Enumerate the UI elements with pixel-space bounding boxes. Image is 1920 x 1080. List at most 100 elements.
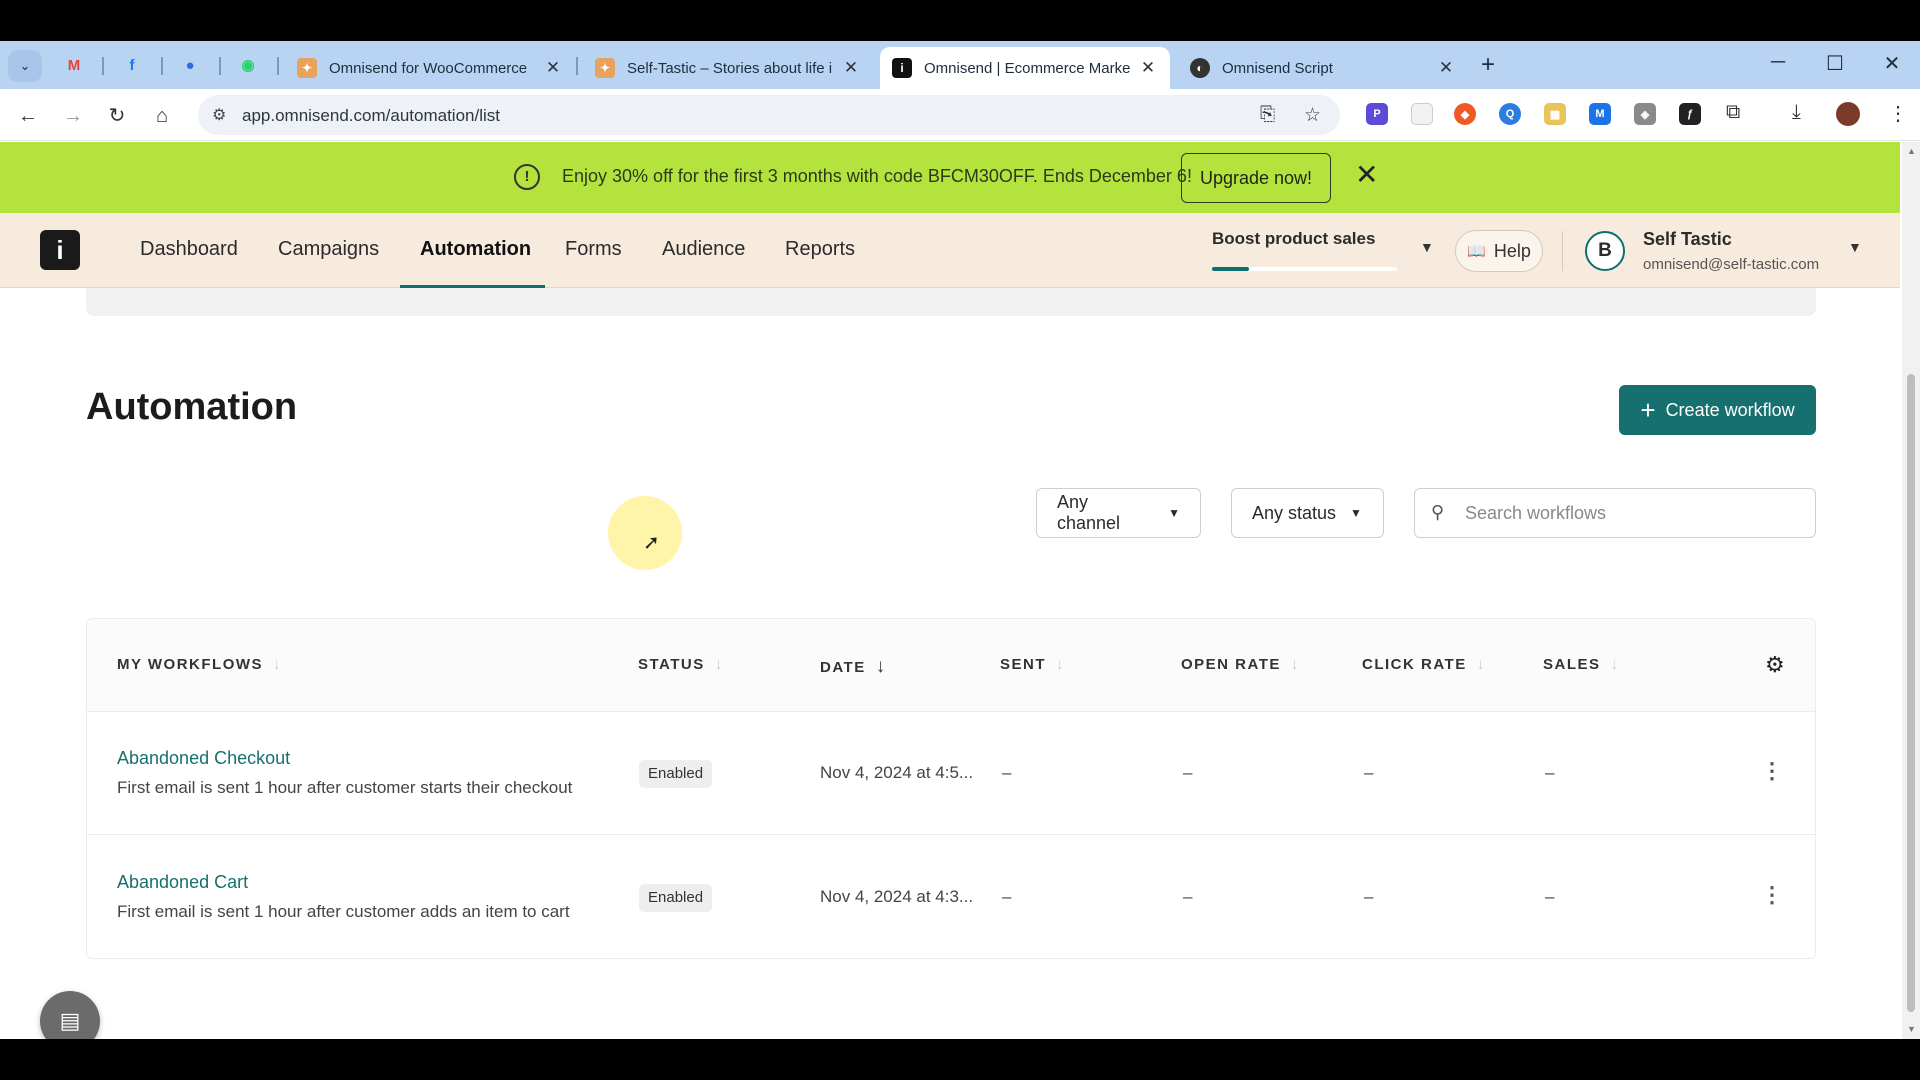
extension-icon[interactable] [1411,103,1433,125]
row-menu-icon[interactable]: ⋮ [1761,758,1783,784]
workflow-name-link[interactable]: Abandoned Checkout [117,748,290,769]
boost-product-sales[interactable]: Boost product sales [1212,229,1375,249]
boost-progress-fill [1212,267,1249,271]
nav-forms[interactable]: Forms [565,238,622,261]
col-label: SENT [1000,656,1047,673]
scroll-up-icon[interactable]: ▲ [1907,146,1916,156]
nav-audience[interactable]: Audience [662,238,745,261]
table-header: MY WORKFLOWS ↓ STATUS ↓ DATE ↓ SENT ↓ OPEN R… [87,619,1815,712]
url-text[interactable]: app.omnisend.com/automation/list [242,106,500,126]
close-tab-icon[interactable]: ✕ [1138,58,1158,78]
app-navbar: i Dashboard Campaigns Automation Forms A… [0,213,1900,288]
col-date[interactable]: DATE ↓ [820,656,885,678]
workflow-date: Nov 4, 2024 at 4:3... [820,887,974,906]
gmail-icon[interactable]: M [62,53,86,77]
maximize-icon[interactable]: ☐ [1820,51,1850,76]
user-email[interactable]: omnisend@self-tastic.com [1643,256,1819,273]
search-input[interactable] [1465,501,1795,525]
close-tab-icon[interactable]: ✕ [841,58,861,78]
gear-icon[interactable]: ⚙ [1765,652,1785,678]
avatar[interactable]: B [1585,231,1625,271]
scrollbar-thumb[interactable] [1907,374,1915,1012]
page-title: Automation [86,386,298,428]
bookmark-star-icon[interactable]: ☆ [1304,104,1321,127]
close-window-icon[interactable]: ✕ [1877,51,1907,76]
page-scrollbar[interactable]: ▲ ▼ [1902,142,1920,1039]
chevron-down-icon: ▼ [1350,506,1362,520]
search-box[interactable]: ⚲ [1414,488,1816,538]
chevron-down-icon[interactable]: ▼ [1420,239,1434,255]
nav-campaigns[interactable]: Campaigns [278,238,379,261]
extension-icon[interactable]: Q [1499,103,1521,125]
col-click-rate[interactable]: CLICK RATE ↓ [1362,656,1484,673]
chat-icon[interactable]: ▤ [40,991,100,1039]
scroll-down-icon[interactable]: ▼ [1907,1024,1916,1034]
create-workflow-label: Create workflow [1665,399,1795,420]
nav-automation[interactable]: Automation [420,238,531,261]
col-status[interactable]: STATUS ↓ [638,656,722,673]
channel-filter[interactable]: Any channel ▼ [1036,488,1201,538]
upgrade-button[interactable]: Upgrade now! [1181,153,1331,203]
status-filter[interactable]: Any status ▼ [1231,488,1384,538]
minimize-icon[interactable]: ─ [1763,51,1793,74]
tab-title: Self-Tastic – Stories about life in [627,59,833,77]
messenger-icon[interactable]: ● [178,53,202,77]
sort-arrow-icon: ↓ [1290,656,1299,673]
status-filter-value: Any status [1252,502,1337,523]
col-label: MY WORKFLOWS [117,656,264,673]
table-row[interactable]: Abandoned Cart First email is sent 1 hou… [87,836,1815,959]
table-row[interactable]: Abandoned Checkout First email is sent 1… [87,712,1815,835]
sort-arrow-icon: ↓ [714,656,723,673]
help-button[interactable]: 📖 Help [1455,230,1543,272]
tab-omnisend-app[interactable]: i Omnisend | Ecommerce Market ✕ [880,47,1170,89]
tab-omnisend-script[interactable]: ◐ Omnisend Script ✕ [1178,47,1468,89]
close-tab-icon[interactable]: ✕ [543,58,563,78]
shield-icon[interactable]: ◈ [1634,103,1656,125]
row-menu-icon[interactable]: ⋮ [1761,882,1783,908]
extension-icon[interactable]: ▦ [1544,103,1566,125]
col-sales[interactable]: SALES ↓ [1543,656,1618,673]
close-banner-icon[interactable]: ✕ [1355,158,1378,191]
mouse-pointer-icon: ➚ [643,532,660,554]
workflows-table: MY WORKFLOWS ↓ STATUS ↓ DATE ↓ SENT ↓ OPEN R… [86,618,1816,959]
home-icon[interactable]: ⌂ [149,103,175,129]
tab-self-tastic[interactable]: ✦ Self-Tastic – Stories about life in ✕ [583,47,873,89]
extension-icon[interactable]: M [1589,103,1611,125]
extension-icon[interactable]: P [1366,103,1388,125]
address-bar[interactable]: ⚙ app.omnisend.com/automation/list ⎘ ☆ [198,95,1340,135]
facebook-icon[interactable]: f [120,53,144,77]
new-tab-button[interactable]: + [1481,53,1495,77]
reload-icon[interactable]: ↻ [104,103,130,129]
extension-icon[interactable]: ◆ [1454,103,1476,125]
nav-dashboard[interactable]: Dashboard [140,238,238,261]
sort-arrow-icon: ↓ [1610,656,1619,673]
nav-reports[interactable]: Reports [785,238,855,261]
browser-window: ⌄ M f ● ◉ ✦ Omnisend for WooCommerce ✕ ✦… [0,41,1920,1039]
tab-search-button[interactable]: ⌄ [8,50,42,82]
extension-icon[interactable]: ƒ [1679,103,1701,125]
promo-banner: ! Enjoy 30% off for the first 3 months w… [0,142,1900,213]
search-icon: ⚲ [1431,502,1445,522]
col-open-rate[interactable]: OPEN RATE ↓ [1181,656,1298,673]
forward-icon[interactable]: → [60,103,86,129]
col-my-workflows[interactable]: MY WORKFLOWS ↓ [117,656,281,673]
whatsapp-icon[interactable]: ◉ [236,53,260,77]
extensions-puzzle-icon[interactable]: ⧉ [1726,101,1740,124]
close-tab-icon[interactable]: ✕ [1436,58,1456,78]
workflow-name-link[interactable]: Abandoned Cart [117,872,248,893]
tab-omnisend-woocommerce[interactable]: ✦ Omnisend for WooCommerce ✕ [285,47,575,89]
tab-title: Omnisend Script [1222,59,1333,77]
col-sent[interactable]: SENT ↓ [1000,656,1064,673]
profile-avatar-icon[interactable] [1836,102,1860,126]
omnisend-logo[interactable]: i [40,230,80,270]
chevron-down-icon[interactable]: ▼ [1848,239,1862,255]
sort-arrow-active-icon: ↓ [875,656,886,677]
menu-kebab-icon[interactable]: ⋮ [1888,101,1908,126]
install-app-icon[interactable]: ⎘ [1260,104,1275,126]
download-icon[interactable]: ⤓ [1792,101,1801,124]
site-info-icon[interactable]: ⚙ [212,105,226,125]
create-workflow-button[interactable]: + Create workflow [1619,385,1816,435]
user-name[interactable]: Self Tastic [1643,229,1732,250]
back-icon[interactable]: ← [15,103,41,129]
browser-toolbar: ← → ↻ ⌂ ⚙ app.omnisend.com/automation/li… [0,89,1920,141]
